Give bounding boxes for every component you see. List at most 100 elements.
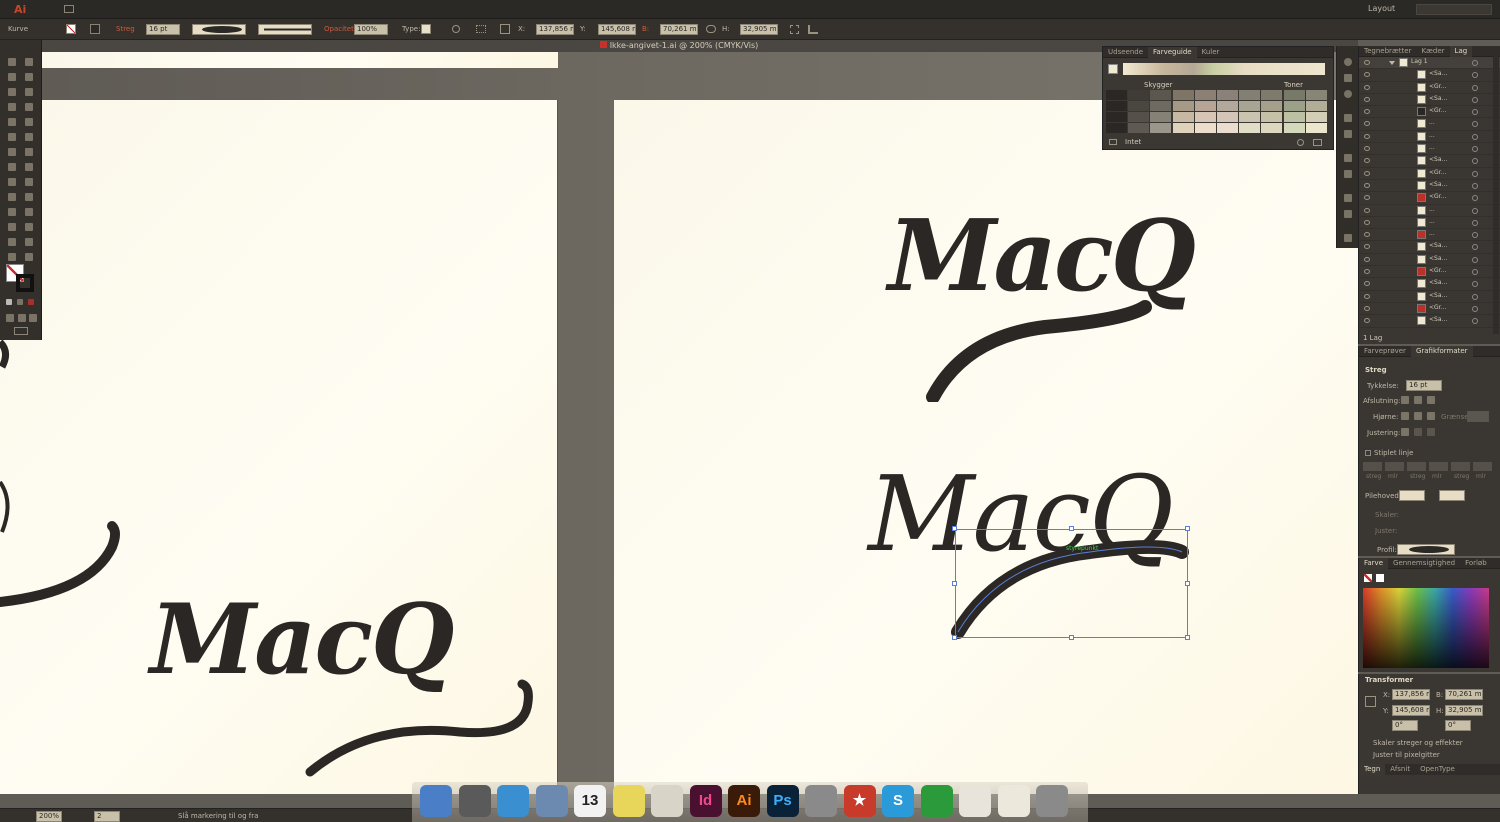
bevel-join-icon[interactable] [1427,412,1435,420]
dash-gap-field[interactable] [1385,462,1404,471]
y-field[interactable]: 145,608 mm [598,24,636,35]
dash-gap-field[interactable] [1473,462,1492,471]
visibility-eye-icon[interactable] [1364,121,1370,127]
color-variation-swatch[interactable] [1261,101,1283,111]
tab-color[interactable]: Farve [1359,558,1389,569]
target-icon[interactable] [1472,96,1478,103]
visibility-eye-icon[interactable] [1364,195,1370,201]
sublayer-name[interactable]: <Sa... [1429,316,1447,323]
layer-name[interactable]: Lag 1 [1411,58,1428,65]
visibility-eye-icon[interactable] [1364,305,1370,311]
arrange-documents-icon[interactable] [64,5,74,13]
reference-point-icon[interactable] [1365,696,1376,707]
illustrator-icon[interactable]: Ai [728,785,760,817]
color-variation-swatch[interactable] [1106,112,1127,122]
visibility-eye-icon[interactable] [1364,256,1370,262]
sublayer-name[interactable]: ... [1429,230,1435,237]
color-variation-swatch[interactable] [1239,112,1261,122]
color-variation-swatch[interactable] [1261,123,1283,133]
sublayer-name[interactable]: ... [1429,119,1435,126]
visibility-eye-icon[interactable] [1364,72,1370,78]
color-variation-swatch[interactable] [1261,90,1283,100]
lasso-tool-icon[interactable] [25,73,33,81]
reference-point-icon[interactable] [500,24,510,34]
sublayer-name[interactable]: <Sa... [1429,279,1447,286]
sublayer-row[interactable]: <Sa... [1359,315,1500,328]
magic-wand-tool-icon[interactable] [8,73,16,81]
graphic-style-swatch[interactable] [421,24,431,34]
visibility-eye-icon[interactable] [1364,207,1370,213]
visibility-eye-icon[interactable] [1364,269,1370,275]
documents-icon[interactable] [997,785,1030,817]
align-pixel-label[interactable]: Juster til pixelgitter [1373,751,1440,759]
layer-row-main[interactable]: Lag 1 [1359,57,1500,70]
handle-top-center[interactable] [1069,526,1074,531]
target-icon[interactable] [1472,109,1478,116]
dash-gap-field[interactable] [1363,462,1382,471]
draw-behind-icon[interactable] [18,314,26,322]
color-variation-swatch[interactable] [1217,123,1238,133]
preview-icon[interactable] [651,785,683,817]
stroke-header[interactable]: Streg [1365,366,1387,374]
dash-gap-field[interactable] [1429,462,1448,471]
color-variation-swatch[interactable] [1217,112,1238,122]
calendar-icon[interactable]: 13 [574,785,606,817]
rotate-tool-icon[interactable] [8,148,16,156]
target-icon[interactable] [1472,293,1478,300]
handle-middle-right[interactable] [1185,581,1190,586]
color-variation-swatch[interactable] [1128,112,1150,122]
swash-stroke-top[interactable] [925,282,1165,402]
color-variation-swatch[interactable] [1217,101,1238,111]
gradient-mode-icon[interactable] [17,299,23,305]
shear-angle-field[interactable]: 0° [1445,720,1471,731]
sublayer-row[interactable]: <Sa... [1359,94,1500,107]
target-icon[interactable] [1472,182,1478,189]
color-variation-swatch[interactable] [1128,90,1150,100]
tf-x-field[interactable]: 137,856 mm [1392,689,1430,700]
sublayer-row[interactable]: ... [1359,143,1500,156]
handle-top-right[interactable] [1185,526,1190,531]
tab-graphic-styles[interactable]: Grafikformater [1410,346,1473,357]
handle-bottom-left[interactable] [952,635,957,640]
pen-tool-icon[interactable] [8,88,16,96]
type-tool-icon[interactable] [25,88,33,96]
visibility-eye-icon[interactable] [1364,133,1370,139]
round-join-icon[interactable] [1414,412,1422,420]
tab-color-guide[interactable]: Farveguide [1148,47,1197,58]
tab-transparency[interactable]: Gennemsigtighed [1388,558,1460,569]
target-icon[interactable] [1472,256,1478,263]
handle-bottom-center[interactable] [1069,635,1074,640]
wunderlist-icon[interactable]: ★ [843,785,876,817]
sublayer-name[interactable]: <Gr... [1429,83,1446,90]
sublayer-row[interactable]: <Sa... [1359,69,1500,82]
sublayer-name[interactable]: <Gr... [1429,169,1446,176]
color-variation-swatch[interactable] [1305,112,1327,122]
sublayer-name[interactable]: <Sa... [1429,255,1447,262]
align-center-icon[interactable] [1401,428,1409,436]
visibility-eye-icon[interactable] [1364,293,1370,299]
sublayer-row[interactable]: ... [1359,217,1500,230]
expand-triangle-icon[interactable] [1389,61,1395,65]
photoshop-icon[interactable]: Ps [766,785,799,817]
target-icon[interactable] [1472,158,1478,165]
brushes-icon[interactable] [1344,90,1352,98]
layers-scrollbar[interactable] [1493,56,1499,334]
rotate-angle-field[interactable]: 0° [1392,720,1418,731]
sublayer-row[interactable]: <Gr... [1359,106,1500,119]
color-variations-grid[interactable] [1106,90,1328,134]
target-icon[interactable] [1472,207,1478,214]
sublayer-name[interactable]: <Sa... [1429,156,1447,163]
limit-field[interactable] [1467,411,1489,422]
color-variation-swatch[interactable] [1239,123,1261,133]
width-tool-icon[interactable] [8,163,16,171]
swatches-library-icon[interactable] [1109,139,1117,145]
color-mode-icon[interactable] [6,299,12,305]
color-variation-swatch[interactable] [1261,112,1283,122]
color-variation-swatch[interactable] [1217,90,1238,100]
artboard-tool-icon[interactable] [8,238,16,246]
dashed-line-checkbox[interactable] [1365,450,1371,456]
graphic-styles-icon[interactable] [1344,194,1352,202]
screen-mode-icon[interactable] [14,327,28,335]
handle-top-left[interactable] [952,526,957,531]
target-icon[interactable] [1472,281,1478,288]
